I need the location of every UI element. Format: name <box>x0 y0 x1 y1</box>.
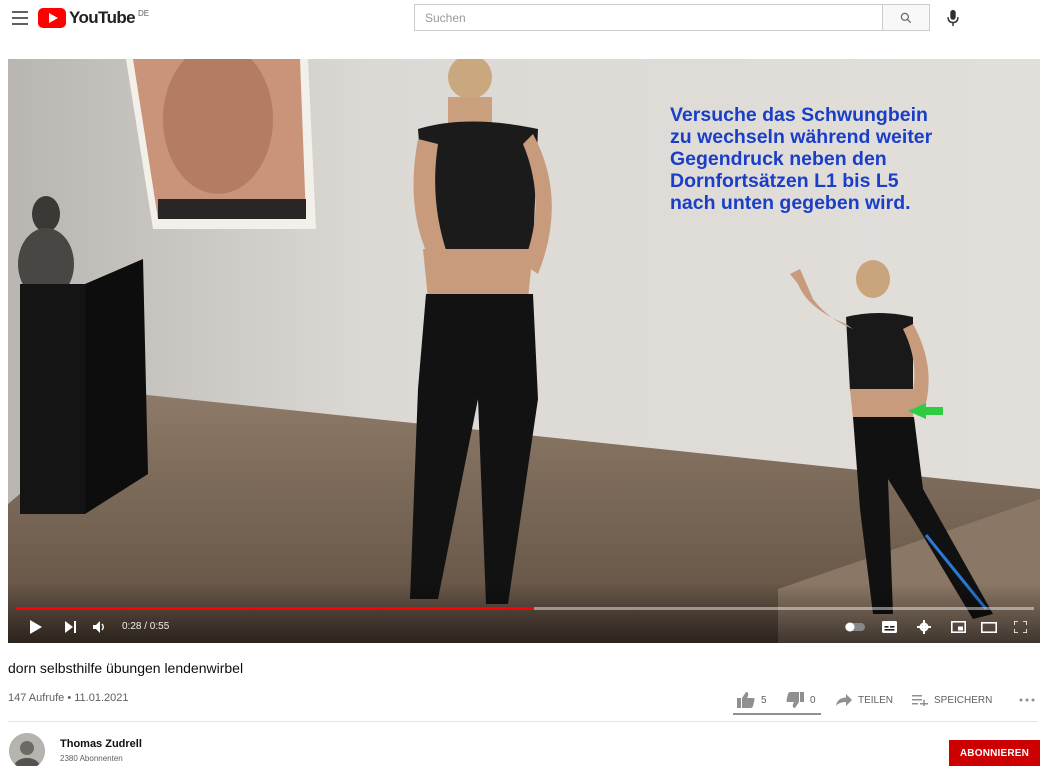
progress-bar[interactable] <box>16 607 1034 610</box>
autoplay-toggle[interactable] <box>844 617 866 637</box>
country-code: DE <box>138 8 150 18</box>
fullscreen-icon <box>1013 621 1027 633</box>
like-count: 5 <box>761 694 767 706</box>
play-button[interactable] <box>28 617 44 637</box>
top-bar: YouTube DE <box>0 0 1041 36</box>
search-box <box>414 4 882 31</box>
volume-button[interactable] <box>92 617 108 637</box>
volume-icon <box>93 621 104 633</box>
avatar[interactable] <box>9 733 45 766</box>
next-button[interactable] <box>63 617 79 637</box>
avatar-image <box>9 733 45 766</box>
subscribe-button[interactable]: ABONNIEREN <box>949 740 1040 766</box>
theater-mode-icon <box>981 621 997 633</box>
miniplayer-button[interactable] <box>949 617 967 637</box>
miniplayer-icon <box>950 621 966 633</box>
video-player[interactable]: Versuche das Schwungbein zu wechseln wäh… <box>8 59 1040 643</box>
channel-name[interactable]: Thomas Zudrell <box>60 738 142 750</box>
save-label: SPEICHERN <box>934 694 993 706</box>
logo-text: YouTube <box>69 8 136 27</box>
more-button[interactable] <box>1019 690 1035 710</box>
dislike-count: 0 <box>810 694 816 706</box>
subtitles-button[interactable] <box>880 617 898 637</box>
thumbs-up-icon <box>737 692 755 708</box>
share-label: TEILEN <box>858 694 894 706</box>
theater-mode-button[interactable] <box>980 617 998 637</box>
action-bar: 5 0 TEILEN SPEICHERN <box>0 690 1041 710</box>
menu-icon[interactable] <box>12 11 28 25</box>
youtube-logo-icon <box>38 8 66 28</box>
voice-search-button[interactable] <box>940 5 966 31</box>
subtitles-icon <box>881 621 897 633</box>
share-icon <box>836 694 852 706</box>
search-icon <box>900 12 912 23</box>
search-input[interactable] <box>415 5 882 30</box>
fullscreen-button[interactable] <box>1011 617 1029 637</box>
dislike-button[interactable]: 0 <box>786 690 816 710</box>
time-display: 0:28 / 0:55 <box>122 621 170 632</box>
more-icon <box>1019 698 1035 702</box>
settings-button[interactable] <box>915 617 933 637</box>
save-button[interactable]: SPEICHERN <box>912 690 992 710</box>
thumbs-down-icon <box>786 692 804 708</box>
divider <box>8 721 1038 722</box>
settings-icon <box>917 620 931 634</box>
save-icon <box>912 695 928 706</box>
youtube-logo[interactable]: YouTube DE <box>38 7 149 29</box>
like-dislike-ratio-bar <box>733 713 821 715</box>
share-button[interactable]: TEILEN <box>836 690 893 710</box>
play-icon <box>30 620 42 634</box>
video-title: dorn selbsthilfe übungen lendenwirbel <box>8 660 244 676</box>
like-button[interactable]: 5 <box>737 690 767 710</box>
mic-icon <box>947 9 959 27</box>
next-icon <box>65 621 76 633</box>
video-overlay-caption: Versuche das Schwungbein zu wechseln wäh… <box>670 104 933 214</box>
autoplay-toggle-icon <box>845 622 865 632</box>
progress-fill <box>16 607 535 610</box>
search-button[interactable] <box>882 4 930 31</box>
subscriber-count: 2380 Abonnenten <box>60 754 123 763</box>
